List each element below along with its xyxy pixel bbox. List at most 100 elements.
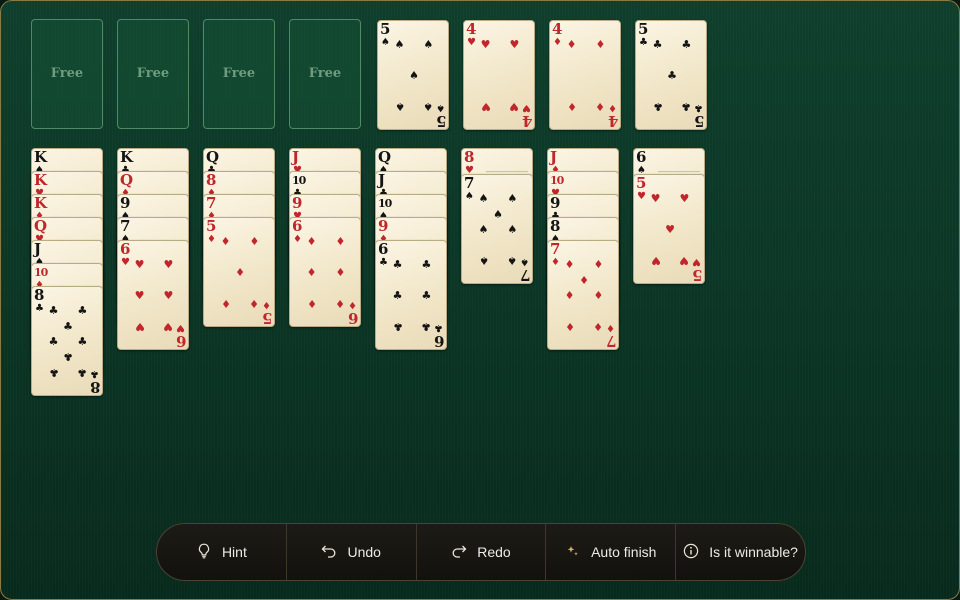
playing-card[interactable]: 7 ♠ ♠ ♠ ♠ ♠ ♠ ♠ ♠ 7 ♠ xyxy=(461,174,533,284)
redo-label: Redo xyxy=(477,544,511,560)
card-suit-icon: ♠ xyxy=(465,191,474,202)
card-pip: ♥ xyxy=(480,99,491,113)
undo-label: Undo xyxy=(347,544,381,560)
card-pip: ♥ xyxy=(134,319,145,333)
free-cell[interactable]: Free xyxy=(289,19,361,129)
redo-icon xyxy=(451,544,467,561)
card-suit-icon: ♣ xyxy=(639,37,648,48)
card-pip: ♣ xyxy=(392,258,403,272)
card-pip: ♥ xyxy=(134,289,145,302)
card-pip: ♣ xyxy=(681,38,692,52)
card-rank-bottom: 8 xyxy=(89,378,100,396)
card-rank: 8 xyxy=(464,148,475,166)
card-pip: ♦ xyxy=(593,319,604,333)
card-rank: 5 xyxy=(638,20,649,38)
is-it-winnable-button[interactable]: Is it winnable? xyxy=(676,524,805,580)
card-pip: ♥ xyxy=(665,223,675,236)
card-suit-bottom-icon: ♣ xyxy=(434,322,443,333)
card-pip: ♦ xyxy=(249,296,260,310)
card-suit-icon: ♦ xyxy=(551,257,560,268)
card-rank-bottom: 6 xyxy=(175,332,186,350)
playing-card[interactable]: 6 ♣ ♣ ♣ ♣ ♣ ♣ ♣ 6 ♣ xyxy=(375,240,447,350)
card-pip: ♣ xyxy=(63,350,73,364)
card-pip: ♣ xyxy=(63,319,73,333)
card-rank: 9 xyxy=(292,194,303,212)
card-rank: K xyxy=(34,148,48,166)
playing-card[interactable]: 5 ♦ ♦ ♦ ♦ ♦ ♦ 5 ♦ xyxy=(203,217,275,327)
foundation-card[interactable]: 5 ♣ ♣ ♣ ♣ ♣ ♣ 5 ♣ xyxy=(635,20,707,130)
card-rank: J xyxy=(550,148,558,166)
card-edge-line xyxy=(658,171,700,172)
free-cell[interactable]: Free xyxy=(203,19,275,129)
card-pip: ♣ xyxy=(48,335,59,348)
card-suit-bottom-icon: ♠ xyxy=(436,102,445,113)
card-rank-bottom: 4 xyxy=(521,112,532,130)
card-suit-bottom-icon: ♥ xyxy=(522,102,531,113)
card-pip: ♠ xyxy=(507,192,518,206)
card-pip: ♣ xyxy=(77,365,88,379)
card-rank: 6 xyxy=(378,240,389,258)
free-cell-label: Free xyxy=(308,65,342,81)
card-pip: ♣ xyxy=(421,289,432,302)
hint-button[interactable]: Hint xyxy=(157,524,287,580)
card-pip: ♦ xyxy=(593,289,604,302)
card-suit-icon: ♦ xyxy=(293,234,302,245)
card-rank: 10 xyxy=(378,197,392,210)
card-pip: ♥ xyxy=(509,99,520,113)
undo-icon xyxy=(321,544,337,561)
card-pip: ♥ xyxy=(163,258,174,272)
card-pip: ♣ xyxy=(48,365,59,379)
auto-finish-button[interactable]: Auto finish xyxy=(546,524,677,580)
card-pip: ♠ xyxy=(507,253,518,267)
card-suit-bottom-icon: ♦ xyxy=(348,299,357,310)
card-rank: 9 xyxy=(378,217,389,235)
card-rank: 4 xyxy=(466,20,477,38)
playing-card[interactable]: 5 ♥ ♥ ♥ ♥ ♥ ♥ 5 ♥ xyxy=(633,174,705,284)
free-cell[interactable]: Free xyxy=(31,19,103,129)
card-pip: ♦ xyxy=(564,289,575,302)
playing-card[interactable]: 8 ♣ ♣ ♣ ♣ ♣ ♣ ♣ ♣ ♣ 8 ♣ xyxy=(31,286,103,396)
is-it-winnable-label: Is it winnable? xyxy=(709,544,798,560)
card-pip: ♥ xyxy=(679,253,690,267)
card-rank: K xyxy=(34,171,48,189)
playing-card[interactable]: 6 ♦ ♦ ♦ ♦ ♦ ♦ ♦ 6 ♦ xyxy=(289,217,361,327)
foundation-card[interactable]: 4 ♦ ♦ ♦ ♦ ♦ 4 ♦ xyxy=(549,20,621,130)
card-suit-bottom-icon: ♥ xyxy=(176,322,185,333)
card-rank: 8 xyxy=(206,171,217,189)
foundation-card[interactable]: 5 ♠ ♠ ♠ ♠ ♠ ♠ 5 ♠ xyxy=(377,20,449,130)
card-rank-bottom: 7 xyxy=(605,332,616,350)
undo-button[interactable]: Undo xyxy=(287,524,417,580)
playing-card[interactable]: 7 ♦ ♦ ♦ ♦ ♦ ♦ ♦ ♦ 7 ♦ xyxy=(547,240,619,350)
card-pip: ♠ xyxy=(478,192,489,206)
card-rank: J xyxy=(34,240,42,258)
card-pip: ♣ xyxy=(681,99,692,113)
card-suit-bottom-icon: ♦ xyxy=(262,299,271,310)
card-rank: 6 xyxy=(120,240,131,258)
foundation-card[interactable]: 4 ♥ ♥ ♥ ♥ ♥ 4 ♥ xyxy=(463,20,535,130)
card-suit-icon: ♣ xyxy=(35,303,44,314)
card-pip: ♥ xyxy=(679,192,690,206)
card-pip: ♣ xyxy=(652,38,663,52)
card-pip: ♣ xyxy=(421,258,432,272)
card-suit-bottom-icon: ♣ xyxy=(694,102,703,113)
redo-button[interactable]: Redo xyxy=(417,524,547,580)
card-rank: 7 xyxy=(464,174,475,192)
card-pip: ♠ xyxy=(394,99,405,113)
card-rank: 7 xyxy=(206,194,217,212)
card-pip: ♣ xyxy=(667,69,677,82)
card-pip: ♣ xyxy=(421,319,432,333)
playing-card[interactable]: 6 ♥ ♥ ♥ ♥ ♥ ♥ ♥ 6 ♥ xyxy=(117,240,189,350)
card-pip: ♠ xyxy=(478,253,489,267)
card-pip: ♥ xyxy=(480,38,491,52)
card-rank: J xyxy=(378,171,386,189)
card-rank: 5 xyxy=(380,20,391,38)
card-pip: ♦ xyxy=(306,296,317,310)
card-pip: ♠ xyxy=(493,207,503,221)
game-board: Hint Undo Redo Auto finish Is it winnabl… xyxy=(0,0,960,600)
card-rank-bottom: 5 xyxy=(261,309,272,327)
card-suit-bottom-icon: ♦ xyxy=(608,102,617,113)
card-rank: 6 xyxy=(292,217,303,235)
card-suit-icon: ♣ xyxy=(379,257,388,268)
card-pip: ♣ xyxy=(77,335,88,348)
free-cell[interactable]: Free xyxy=(117,19,189,129)
